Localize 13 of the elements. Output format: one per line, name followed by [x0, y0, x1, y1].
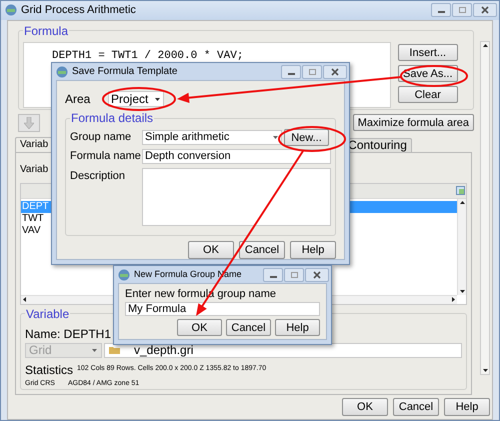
variable-name: Name: DEPTH1 [25, 326, 112, 340]
statistics-label: Statistics [25, 362, 74, 378]
group-name-label: Group name [70, 130, 132, 146]
group-legend: Formula [23, 24, 70, 36]
formula-text: DEPTH1 = TWT1 / 2000.0 * VAV; [52, 50, 244, 62]
dialog-title: Save Formula Template [72, 65, 178, 79]
variables-label: Variab [20, 162, 48, 176]
window-title: Grid Process Arithmetic [21, 3, 136, 18]
group-legend: Variable [25, 308, 70, 320]
description-label: Description [70, 169, 126, 184]
formula-name-label: Formula name [70, 149, 142, 164]
group-legend: Formula details [70, 112, 154, 124]
area-label: Area [65, 91, 92, 108]
